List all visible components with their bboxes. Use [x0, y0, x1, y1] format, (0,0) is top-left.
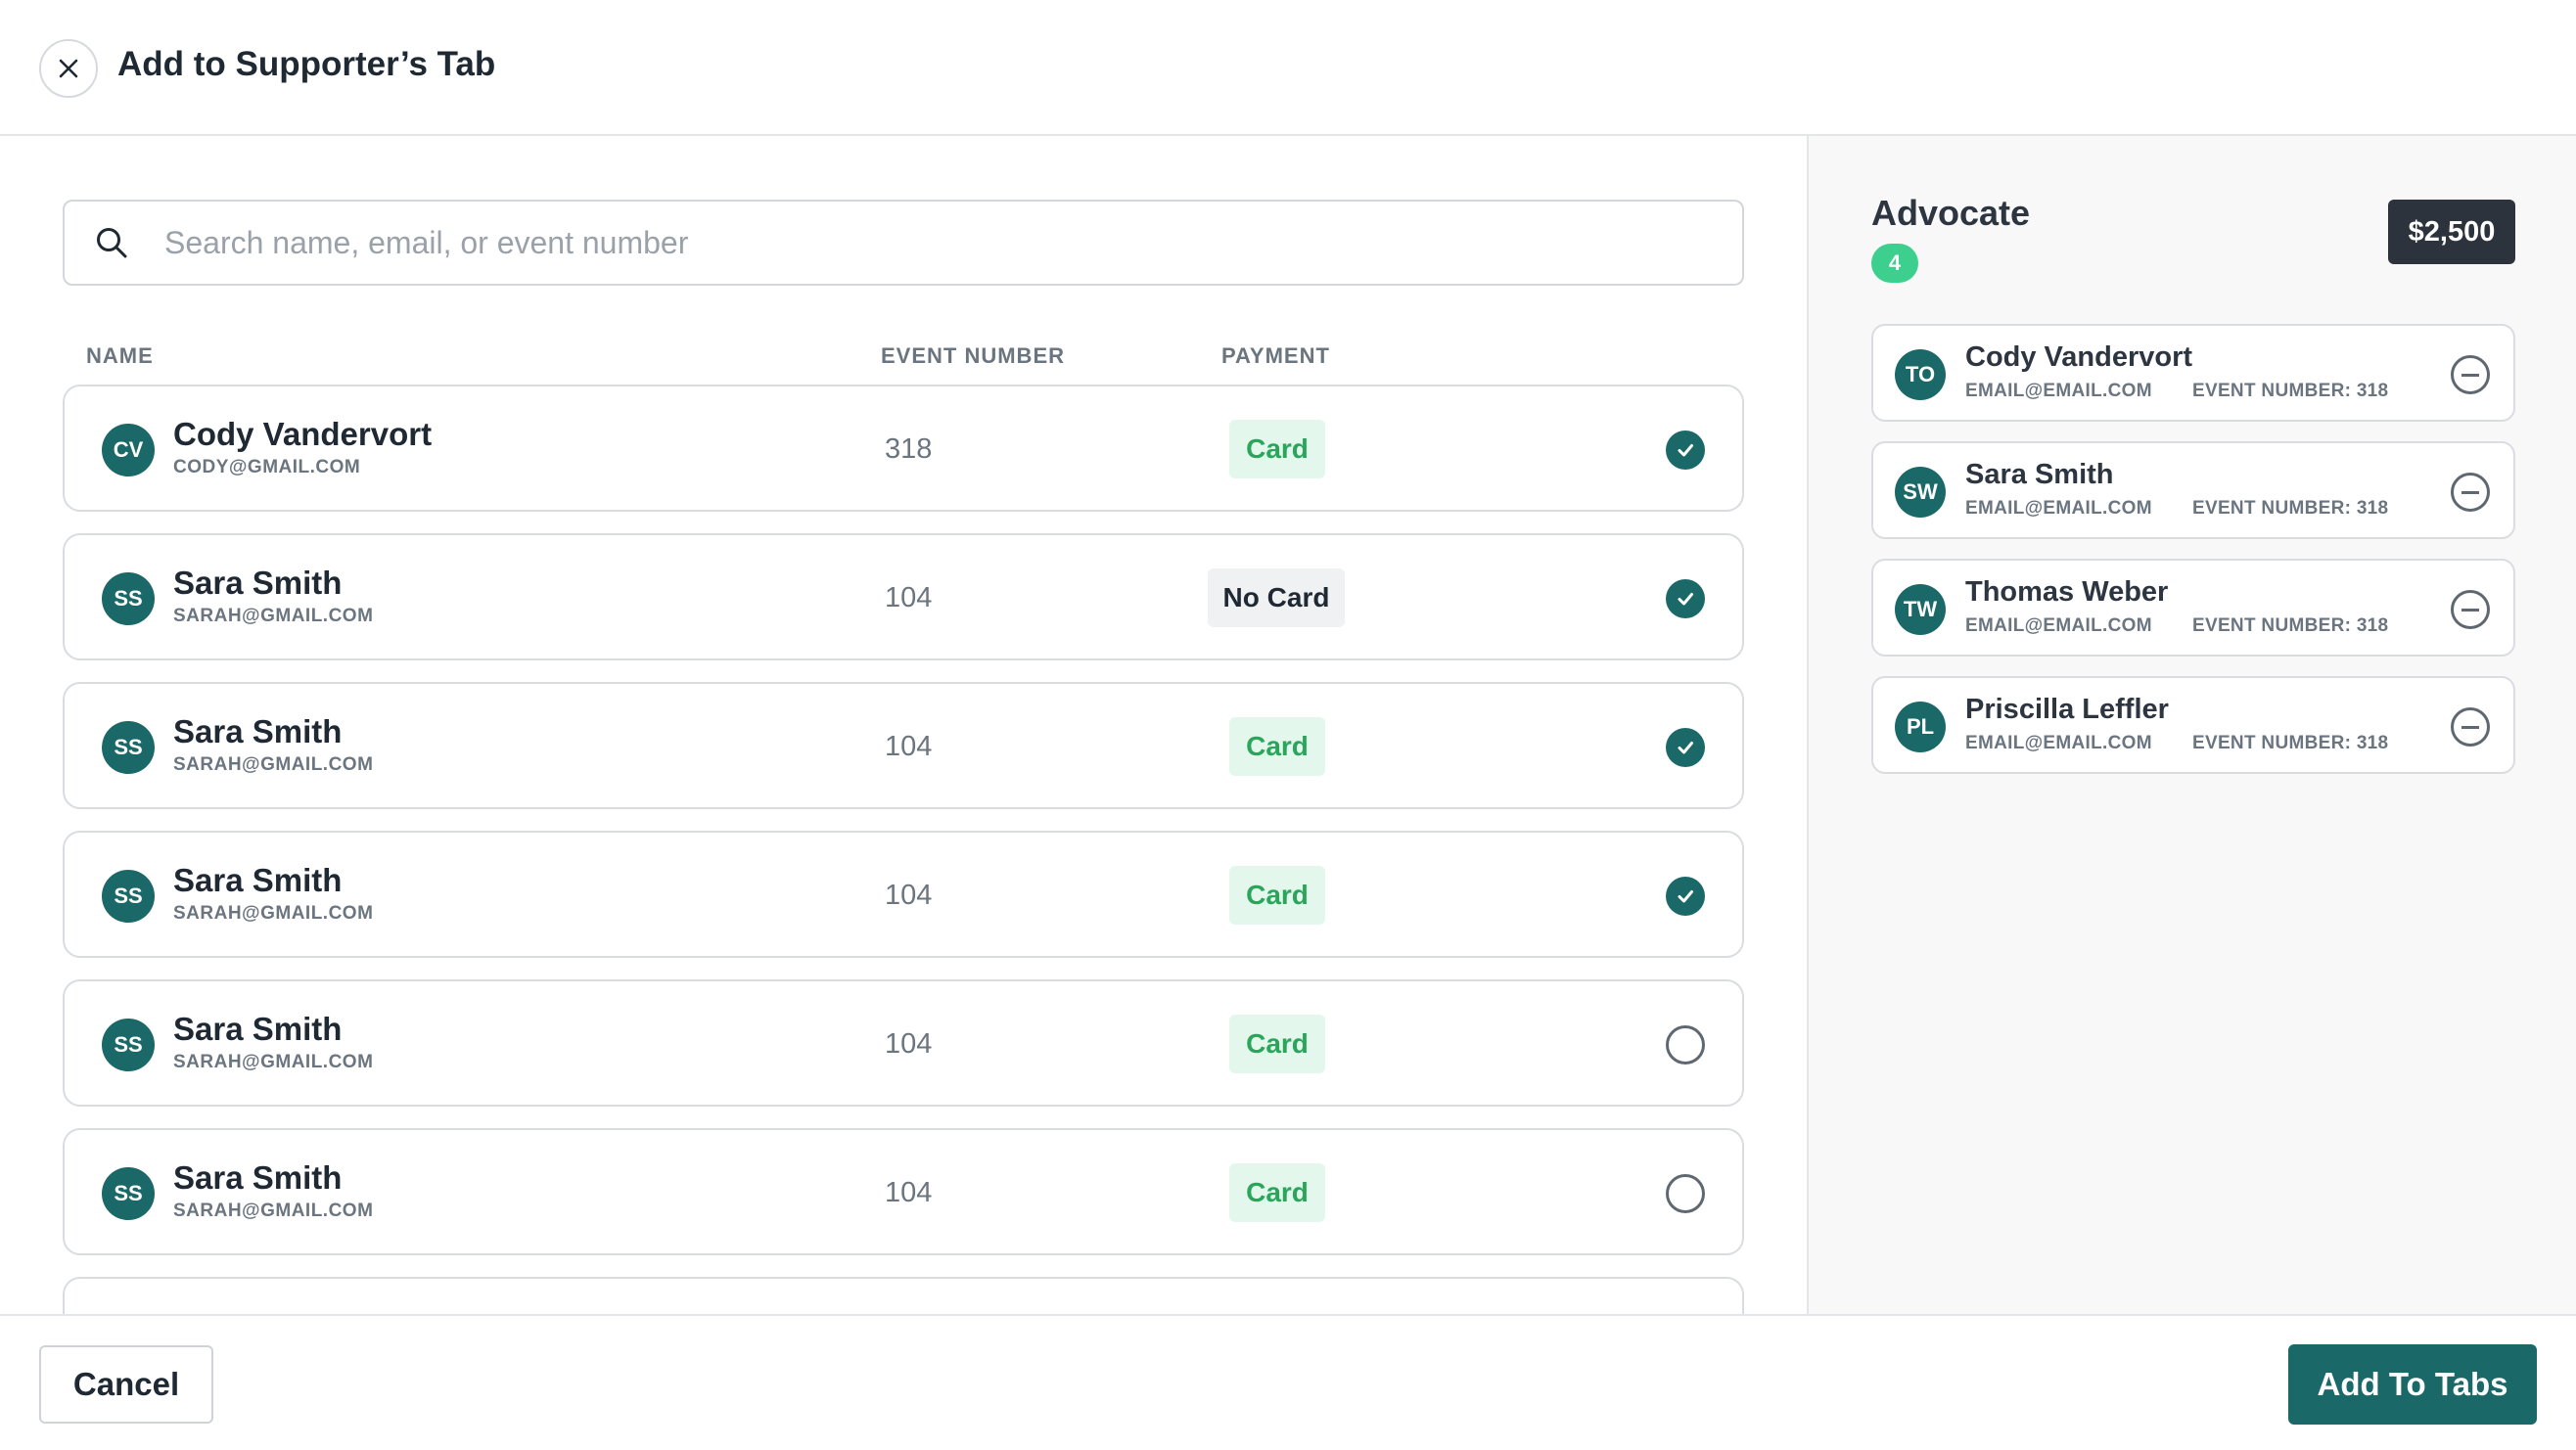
row-email: SARAH@GMAIL.COM [173, 903, 374, 924]
checkmark-icon [1678, 742, 1693, 754]
member-email: EMAIL@EMAIL.COM [1965, 381, 2152, 401]
payment-badge: Card [1229, 1163, 1325, 1222]
row-event-number: 104 [885, 880, 933, 911]
row-event-number: 104 [885, 1177, 933, 1208]
member-email: EMAIL@EMAIL.COM [1965, 733, 2152, 753]
row-name: Sara Smith [173, 862, 343, 898]
member-email: EMAIL@EMAIL.COM [1965, 498, 2152, 519]
minus-icon [2461, 373, 2479, 377]
member-name: Thomas Weber [1965, 576, 2169, 608]
remove-member-button[interactable] [2451, 590, 2490, 629]
member-event-number: EVENT NUMBER: 318 [2192, 381, 2389, 401]
minus-icon [2461, 725, 2479, 729]
table-row[interactable]: SS Sara Smith SARAH@GMAIL.COM 104 Card [63, 682, 1744, 809]
payment-badge: Card [1229, 717, 1325, 776]
select-checkbox[interactable] [1666, 877, 1705, 916]
table-row[interactable]: SS Sara Smith SARAH@GMAIL.COM 104 Card [63, 1128, 1744, 1255]
row-email: CODY@GMAIL.COM [173, 457, 361, 477]
search-input[interactable] [164, 224, 1691, 261]
avatar: CV [102, 424, 155, 476]
column-header-payment[interactable]: PAYMENT [1221, 343, 1330, 369]
supporter-list-panel: NAME EVENT NUMBER PAYMENT CV Cody Vander… [0, 136, 1807, 1314]
avatar: SS [102, 1167, 155, 1220]
page-title: Add to Supporter’s Tab [117, 45, 496, 83]
payment-badge: No Card [1208, 568, 1345, 627]
tier-name: Advocate [1871, 193, 2031, 233]
avatar: SS [102, 572, 155, 625]
row-name: Sara Smith [173, 1011, 343, 1047]
avatar: TW [1895, 584, 1946, 635]
member-event-number: EVENT NUMBER: 318 [2192, 615, 2389, 636]
avatar: TO [1895, 349, 1946, 400]
row-email: SARAH@GMAIL.COM [173, 606, 374, 626]
table-row[interactable]: SS Sara Smith SARAH@GMAIL.COM 104 Card [63, 831, 1744, 958]
member-email: EMAIL@EMAIL.COM [1965, 615, 2152, 636]
select-checkbox[interactable] [1666, 430, 1705, 470]
row-name: Sara Smith [173, 713, 343, 749]
row-event-number: 104 [885, 1028, 933, 1060]
checkmark-icon [1678, 593, 1693, 606]
avatar: SS [102, 721, 155, 774]
avatar: SW [1895, 467, 1946, 518]
column-header-name[interactable]: NAME [86, 343, 154, 369]
remove-member-button[interactable] [2451, 473, 2490, 512]
selected-member-card: PL Priscilla Leffler EMAIL@EMAIL.COM EVE… [1871, 676, 2515, 774]
remove-member-button[interactable] [2451, 707, 2490, 747]
table-row[interactable] [63, 1277, 1744, 1314]
modal-header: Add to Supporter’s Tab [0, 0, 2576, 136]
close-button[interactable] [39, 39, 98, 98]
close-icon [59, 59, 78, 78]
column-header-event-number[interactable]: EVENT NUMBER [881, 343, 1065, 369]
cancel-button[interactable]: Cancel [39, 1345, 213, 1424]
checkmark-icon [1678, 890, 1693, 903]
minus-icon [2461, 490, 2479, 494]
select-checkbox[interactable] [1666, 579, 1705, 618]
member-count-badge: 4 [1871, 244, 1918, 283]
search-icon [92, 223, 131, 262]
row-email: SARAH@GMAIL.COM [173, 1052, 374, 1072]
select-checkbox[interactable] [1666, 1174, 1705, 1213]
row-event-number: 104 [885, 582, 933, 613]
avatar: SS [102, 870, 155, 923]
table-row[interactable]: SS Sara Smith SARAH@GMAIL.COM 104 Card [63, 979, 1744, 1107]
modal-footer: Cancel Add To Tabs [0, 1314, 2576, 1450]
member-name: Cody Vandervort [1965, 341, 2193, 373]
member-name: Sara Smith [1965, 459, 2114, 490]
table-row[interactable]: CV Cody Vandervort CODY@GMAIL.COM 318 Ca… [63, 385, 1744, 512]
checkmark-icon [1678, 444, 1693, 457]
tier-panel: Advocate 4 $2,500 TO Cody Vandervort EMA… [1807, 136, 2576, 1314]
member-event-number: EVENT NUMBER: 318 [2192, 733, 2389, 753]
select-checkbox[interactable] [1666, 1025, 1705, 1065]
member-event-number: EVENT NUMBER: 318 [2192, 498, 2389, 519]
remove-member-button[interactable] [2451, 355, 2490, 394]
row-name: Cody Vandervort [173, 416, 433, 452]
select-checkbox[interactable] [1666, 728, 1705, 767]
row-email: SARAH@GMAIL.COM [173, 754, 374, 775]
avatar: SS [102, 1019, 155, 1071]
search-box[interactable] [63, 200, 1744, 286]
selected-member-card: TO Cody Vandervort EMAIL@EMAIL.COM EVENT… [1871, 324, 2515, 422]
row-event-number: 318 [885, 433, 933, 465]
row-email: SARAH@GMAIL.COM [173, 1201, 374, 1221]
row-name: Sara Smith [173, 1159, 343, 1196]
selected-member-card: SW Sara Smith EMAIL@EMAIL.COM EVENT NUMB… [1871, 441, 2515, 539]
member-name: Priscilla Leffler [1965, 694, 2169, 725]
row-event-number: 104 [885, 731, 933, 762]
row-name: Sara Smith [173, 565, 343, 601]
selected-member-card: TW Thomas Weber EMAIL@EMAIL.COM EVENT NU… [1871, 559, 2515, 657]
payment-badge: Card [1229, 866, 1325, 925]
payment-badge: Card [1229, 1015, 1325, 1073]
minus-icon [2461, 608, 2479, 612]
payment-badge: Card [1229, 420, 1325, 478]
table-row[interactable]: SS Sara Smith SARAH@GMAIL.COM 104 No Car… [63, 533, 1744, 660]
avatar: PL [1895, 702, 1946, 752]
add-to-tabs-button[interactable]: Add To Tabs [2288, 1344, 2537, 1425]
tier-amount-badge: $2,500 [2388, 200, 2515, 264]
